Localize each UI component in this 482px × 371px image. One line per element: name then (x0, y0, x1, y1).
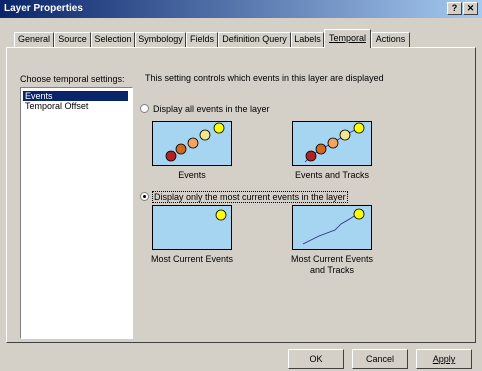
event-dot (187, 137, 199, 149)
tab-labels[interactable]: Labels (291, 32, 324, 47)
apply-button[interactable]: Apply (416, 349, 472, 369)
most-current-tracks-thumbnail (292, 205, 372, 250)
apply-button-label: Apply (432, 354, 456, 364)
settings-list[interactable]: Events Temporal Offset (20, 87, 133, 339)
most-current-tracks-caption-line1: Most Current Events (290, 254, 374, 264)
events-caption: Events (178, 170, 206, 180)
help-button[interactable]: ? (447, 2, 462, 15)
event-dot (175, 143, 187, 155)
tab-definition-query[interactable]: Definition Query (218, 32, 291, 47)
tab-source[interactable]: Source (54, 32, 91, 47)
event-dot (199, 129, 211, 141)
window-title: Layer Properties (4, 3, 83, 14)
most-current-tracks-caption: Most Current Events and Tracks (277, 254, 387, 276)
tab-fields[interactable]: Fields (186, 32, 218, 47)
radio-display-all[interactable] (140, 104, 149, 113)
close-button[interactable]: ✕ (463, 2, 478, 15)
settings-label: Choose temporal settings: (20, 74, 125, 84)
tab-symbology[interactable]: Symbology (135, 32, 186, 47)
most-current-thumbnail (152, 205, 232, 250)
event-dot (305, 150, 317, 162)
current-event-dot (353, 208, 365, 220)
event-dot (315, 143, 327, 155)
radio-display-current[interactable] (140, 192, 149, 201)
event-dot (339, 129, 351, 141)
ok-button[interactable]: OK (288, 349, 344, 369)
most-current-caption: Most Current Events (150, 254, 234, 264)
current-event-dot (215, 209, 227, 221)
event-dot (327, 137, 339, 149)
most-current-tracks-caption-line2: and Tracks (309, 265, 355, 275)
list-item-events[interactable]: Events (23, 91, 128, 101)
radio-display-all-label: Display all events in the layer (153, 104, 270, 114)
event-dot (353, 122, 365, 134)
layer-properties-dialog: Layer Properties ? ✕ General Source Sele… (0, 0, 482, 371)
events-graphic (165, 122, 225, 162)
description-text: This setting controls which events in th… (145, 73, 384, 83)
events-thumbnail (152, 121, 232, 166)
events-tracks-caption: Events and Tracks (294, 170, 370, 180)
tab-general[interactable]: General (14, 32, 54, 47)
most-current-graphic (215, 209, 227, 221)
cancel-button[interactable]: Cancel (352, 349, 408, 369)
radio-display-current-label: Display only the most current events in … (152, 191, 348, 203)
event-dot (165, 150, 177, 162)
tab-temporal-label: Temporal (328, 33, 366, 43)
tab-actions[interactable]: Actions (371, 32, 410, 47)
list-item-temporal-offset[interactable]: Temporal Offset (23, 101, 128, 111)
radio-selected-dot (143, 195, 146, 198)
title-bar: Layer Properties ? ✕ (0, 0, 482, 18)
track-line (302, 214, 357, 245)
events-tracks-graphic (304, 122, 365, 163)
events-tracks-thumbnail (292, 121, 372, 166)
tab-temporal[interactable]: Temporal (324, 29, 371, 48)
tab-selection[interactable]: Selection (91, 32, 135, 47)
event-dot (213, 122, 225, 134)
most-current-tracks-graphic (302, 208, 365, 245)
